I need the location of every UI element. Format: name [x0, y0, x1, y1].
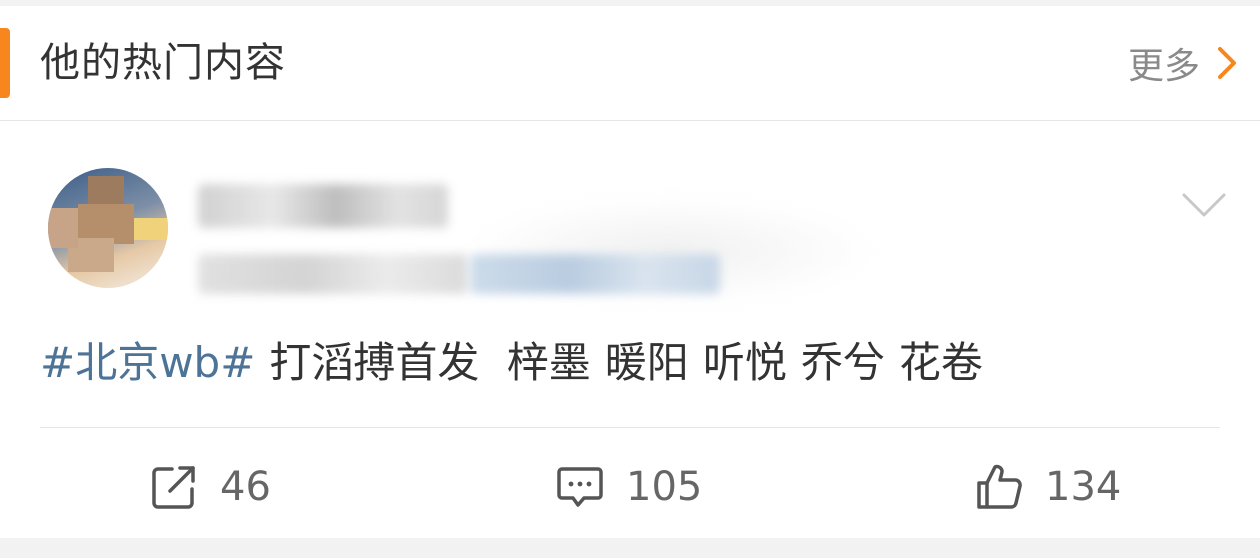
- post-word: 听悦: [702, 338, 787, 387]
- post-word: 暖阳: [604, 338, 689, 387]
- chevron-right-icon: [1218, 47, 1236, 79]
- source-redacted[interactable]: [470, 254, 720, 294]
- header-accent-bar: [0, 28, 10, 98]
- thumbs-up-icon: [977, 464, 1022, 509]
- hot-content-card: 他的热门内容 更多 #北京wb# 打滔搏首发 梓墨暖阳听悦乔兮花卷 46: [0, 6, 1260, 538]
- hashtag-link[interactable]: #北京wb#: [40, 338, 255, 387]
- forward-button[interactable]: 46: [150, 462, 271, 512]
- post-word: 花卷: [898, 338, 983, 387]
- like-count: 134: [1045, 464, 1122, 510]
- forward-count: 46: [220, 464, 271, 510]
- avatar-pixel-block: [88, 176, 124, 206]
- section-title: 他的热门内容: [40, 40, 286, 86]
- avatar-pixel-block: [48, 208, 78, 248]
- avatar-pixel-block: [134, 218, 168, 240]
- timestamp-redacted: [198, 254, 468, 294]
- comment-count: 105: [626, 464, 703, 510]
- username-redacted[interactable]: [198, 184, 448, 228]
- divider: [40, 427, 1220, 428]
- more-link[interactable]: 更多: [1127, 40, 1238, 87]
- comment-button[interactable]: 105: [556, 462, 702, 512]
- post-word: 梓墨: [506, 338, 591, 387]
- post-text[interactable]: #北京wb# 打滔搏首发 梓墨 暖阳 听悦 乔兮 花卷: [40, 336, 983, 390]
- post-word: 打滔搏首发: [269, 338, 480, 387]
- share-icon: [152, 466, 195, 509]
- section-header: 他的热门内容 更多: [0, 6, 1260, 121]
- avatar[interactable]: [48, 168, 168, 288]
- more-label: 更多: [1127, 46, 1200, 87]
- chevron-down-icon[interactable]: [1180, 190, 1228, 220]
- comment-icon: [557, 467, 603, 507]
- like-button[interactable]: 134: [975, 462, 1121, 512]
- post-word: 乔兮: [800, 338, 885, 387]
